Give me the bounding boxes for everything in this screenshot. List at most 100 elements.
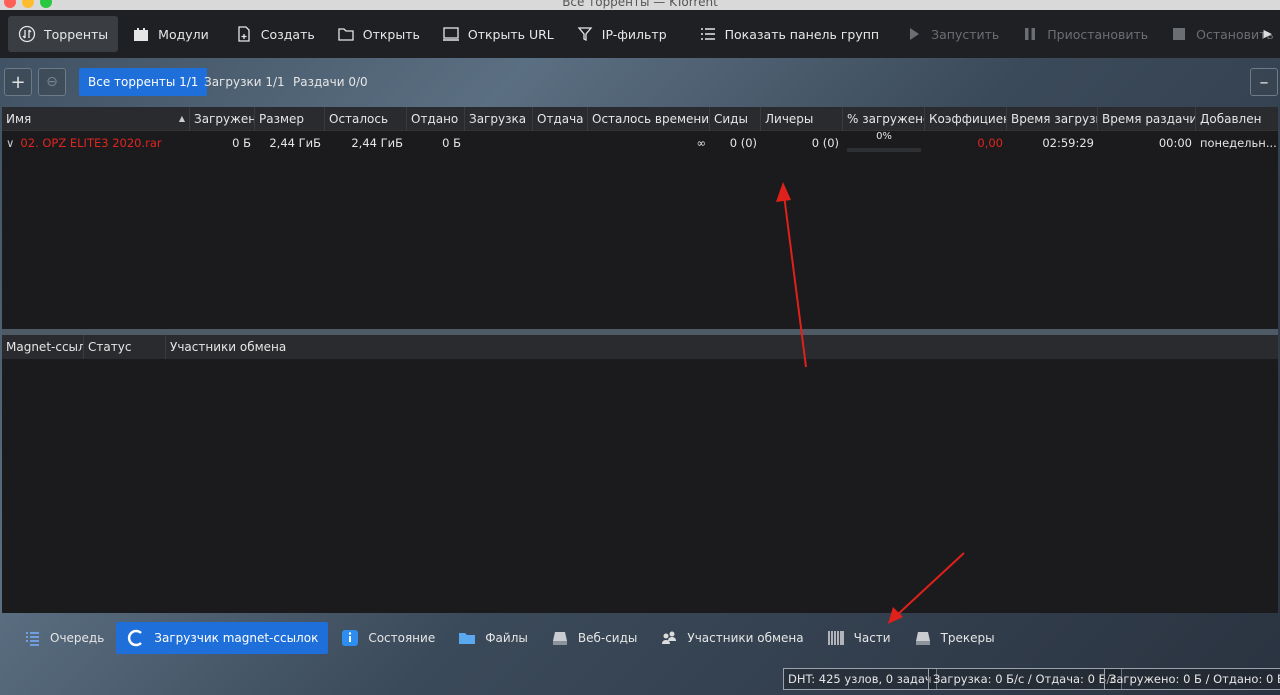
tab-downloads[interactable]: Загрузки 1/1 — [195, 68, 294, 96]
queue-icon — [22, 628, 42, 648]
torrent-down-speed — [465, 131, 533, 155]
remove-group-button[interactable]: ⊖ — [38, 68, 66, 96]
torrent-left: 2,44 ГиБ — [351, 136, 403, 150]
torrent-size: 2,44 ГиБ — [269, 136, 321, 150]
torrent-name: ∨ 02. OPZ ELITE3 2020.rar — [6, 136, 162, 150]
toolbar-plugins-button[interactable]: Модули — [122, 16, 219, 52]
toolbar-pause-label: Приостановить — [1047, 26, 1149, 42]
chevron-down-icon[interactable]: ∨ — [6, 136, 14, 150]
torrent-download-time: 02:59:29 — [1042, 136, 1094, 150]
tab-queue-label: Очередь — [50, 631, 105, 645]
torrent-uploaded: 0 Б — [442, 136, 461, 150]
folder-open-icon — [337, 25, 355, 43]
torrent-ratio: 0,00 — [977, 136, 1003, 150]
chunks-icon — [826, 628, 846, 648]
torrent-list-header: Имя▲ Загружено Размер Осталось Отдано За… — [2, 107, 1278, 131]
col-magnet-link[interactable]: Magnet-ссылк — [2, 335, 84, 359]
magnet-list-header: Magnet-ссылк Статус Участники обмена — [2, 335, 1278, 359]
tab-chunks-label: Части — [853, 631, 891, 645]
torrent-leechers: 0 (0) — [811, 136, 839, 150]
col-ratio[interactable]: Коэффициент — [925, 107, 1007, 131]
tab-uploads[interactable]: Раздачи 0/0 — [284, 68, 377, 96]
torrent-icon — [18, 25, 36, 43]
toolbar-plugins-label: Модули — [158, 26, 209, 42]
col-percent[interactable]: % загружено — [843, 107, 925, 131]
col-downloaded[interactable]: Загружено — [190, 107, 255, 131]
toolbar-overflow-icon[interactable]: ▶ — [1264, 27, 1272, 40]
toolbar-open-url-label: Открыть URL — [467, 26, 554, 42]
tab-files[interactable]: Файлы — [447, 622, 538, 654]
peers-icon — [659, 628, 679, 648]
status-totals: Загружено: 0 Б / Отдано: 0 Б — [1104, 668, 1280, 690]
tab-queue[interactable]: Очередь — [12, 622, 114, 654]
col-name[interactable]: Имя ▲ — [2, 107, 190, 131]
window-title: Все торренты — KTorrent — [562, 0, 718, 9]
col-up-speed[interactable]: Отдача — [533, 107, 588, 131]
tab-webseeds-label: Веб-сиды — [577, 631, 638, 645]
toolbar-pause-button[interactable]: Приостановить — [1011, 16, 1158, 52]
progress-bar — [847, 148, 921, 152]
toolbar-show-groups-button[interactable]: Показать панель групп — [689, 16, 889, 52]
col-leechers[interactable]: Личеры — [761, 107, 843, 131]
tab-status[interactable]: Состояние — [330, 622, 445, 654]
tab-magnet-loader[interactable]: Загрузчик magnet-ссылок — [116, 622, 329, 654]
col-uploaded[interactable]: Отдано — [407, 107, 465, 131]
status-dht: DHT: 425 узлов, 0 задач — [783, 668, 937, 690]
toolbar-ip-filter-label: IP-фильтр — [601, 26, 667, 42]
col-left[interactable]: Осталось — [325, 107, 407, 131]
toolbar-start-label: Запустить — [931, 26, 1000, 42]
toolbar-create-label: Создать — [260, 26, 315, 42]
toolbar-ip-filter-button[interactable]: IP-фильтр — [566, 16, 677, 52]
tab-chunks[interactable]: Части — [816, 622, 901, 654]
pause-icon — [1021, 25, 1039, 43]
toolbar-stop-button[interactable]: Остановить — [1160, 16, 1280, 52]
toolbar-stop-label: Остановить — [1196, 26, 1274, 42]
col-peers[interactable]: Участники обмена — [166, 335, 1278, 359]
collapse-groups-button[interactable]: – — [1250, 68, 1278, 96]
magnet-icon — [126, 628, 146, 648]
torrent-time-left: ∞ — [696, 136, 706, 150]
col-down-speed[interactable]: Загрузка — [465, 107, 533, 131]
trackers-icon — [913, 628, 933, 648]
status-speed: Загрузка: 0 Б/с / Отдача: 0 Б/с — [928, 668, 1122, 690]
status-bar: DHT: 425 узлов, 0 задач Загрузка: 0 Б/с … — [0, 663, 1280, 695]
webseed-icon — [550, 628, 570, 648]
col-download-time[interactable]: Время загрузки — [1007, 107, 1098, 131]
toolbar-torrents-button[interactable]: Торренты — [8, 16, 119, 52]
col-time-left[interactable]: Осталось времени — [588, 107, 710, 131]
play-icon — [905, 25, 923, 43]
col-added[interactable]: Добавлен — [1196, 107, 1278, 131]
tab-webseeds[interactable]: Веб-сиды — [540, 622, 648, 654]
tab-files-label: Файлы — [485, 631, 528, 645]
open-url-icon — [442, 25, 460, 43]
col-size[interactable]: Размер — [255, 107, 325, 131]
toolbar-open-url-button[interactable]: Открыть URL — [432, 16, 564, 52]
toolbar-create-button[interactable]: Создать — [225, 16, 325, 52]
magnet-loader-panel: Magnet-ссылк Статус Участники обмена — [2, 335, 1278, 613]
torrent-list: Имя▲ Загружено Размер Осталось Отдано За… — [2, 107, 1278, 329]
tab-all-torrents[interactable]: Все торренты 1/1 — [79, 68, 208, 96]
toolbar-open-label: Открыть — [362, 26, 420, 42]
group-bar: + ⊖ Все торренты 1/1 Загрузки 1/1 Раздач… — [0, 58, 1280, 104]
sort-asc-icon: ▲ — [178, 114, 185, 123]
stop-icon — [1170, 25, 1188, 43]
torrent-seed-time: 00:00 — [1158, 136, 1192, 150]
tab-magnet-loader-label: Загрузчик magnet-ссылок — [154, 631, 319, 645]
table-row[interactable]: ∨ 02. OPZ ELITE3 2020.rar 0 Б 2,44 ГиБ 2,… — [2, 131, 1278, 155]
torrent-percent-label: 0% — [876, 131, 892, 142]
toolbar-torrents-label: Торренты — [44, 26, 109, 42]
col-seed-time[interactable]: Время раздачи — [1098, 107, 1196, 131]
torrent-downloaded: 0 Б — [232, 136, 251, 150]
bottom-tab-bar: Очередь Загрузчик magnet-ссылок Состояни… — [0, 613, 1280, 663]
col-status[interactable]: Статус — [84, 335, 166, 359]
col-seeds[interactable]: Сиды — [710, 107, 761, 131]
toolbar-start-button[interactable]: Запустить — [895, 16, 1009, 52]
tab-peers[interactable]: Участники обмена — [649, 622, 813, 654]
toolbar-open-button[interactable]: Открыть — [327, 16, 430, 52]
tab-trackers[interactable]: Трекеры — [903, 622, 1005, 654]
toolbar-show-groups-label: Показать панель групп — [724, 26, 880, 42]
add-group-button[interactable]: + — [4, 68, 32, 96]
tab-status-label: Состояние — [368, 631, 436, 645]
window-titlebar: Все торренты — KTorrent — [0, 0, 1280, 10]
torrent-added: понедельн... — [1200, 136, 1277, 150]
